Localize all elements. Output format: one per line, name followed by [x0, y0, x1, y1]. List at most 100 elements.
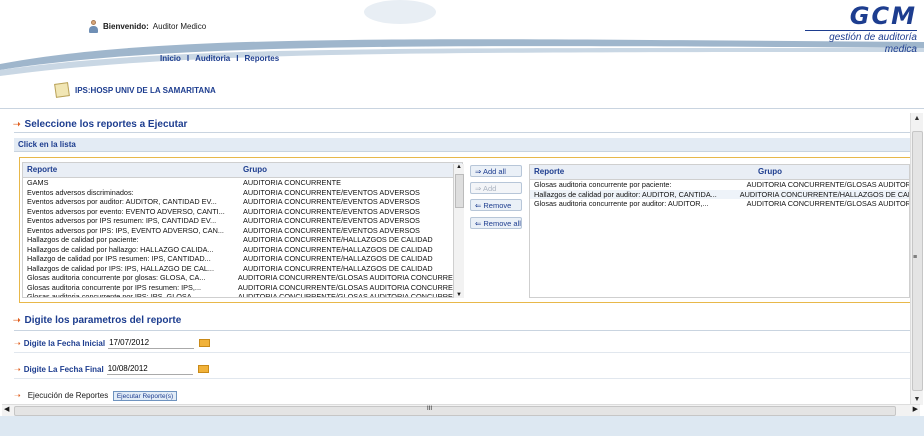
header-swoosh-graphic: [0, 0, 924, 76]
cell-grupo: AUDITORIA CONCURRENTE/GLOSAS AUDITORIA C…: [237, 282, 462, 292]
selected-reports-list[interactable]: Reporte Grupo Glosas auditoria concurren…: [529, 164, 910, 298]
logo-brand: GCM: [849, 2, 917, 30]
list-item[interactable]: Glosas auditoria concurrente por glosas:…: [23, 273, 462, 283]
available-rows: GAMS AUDITORIA CONCURRENTE Eventos adverso…: [23, 178, 462, 298]
list-item[interactable]: Hallazgo de calidad por IPS resumen: IPS…: [23, 254, 462, 264]
calendar-icon[interactable]: [199, 339, 211, 347]
list-item[interactable]: GAMS AUDITORIA CONCURRENTE: [23, 178, 462, 188]
end-date-label: Digite La Fecha Final: [23, 364, 104, 374]
list-item[interactable]: Hallazgos de calidad por IPS: IPS, HALLA…: [23, 264, 462, 274]
available-list-scrollbar[interactable]: ▲ ▼: [453, 164, 464, 298]
cell-reporte: Glosas auditoria concurrente por glosas:…: [27, 273, 206, 282]
list-item[interactable]: Glosas auditoria concurrente por IPS res…: [23, 283, 462, 293]
cell-reporte: Glosas auditoria concurrente por IPS res…: [27, 282, 201, 292]
page-horizontal-scrollbar[interactable]: ◀ III ▶: [2, 404, 920, 416]
logo-tagline: gestión de auditoría medica: [805, 30, 917, 56]
available-reports-list[interactable]: Reporte Grupo GAMS AUDITORIA CONCURRENTE E…: [22, 162, 463, 298]
scroll-thumb[interactable]: [455, 174, 464, 208]
end-date-row: ➝ Digite La Fecha Final: [14, 363, 209, 375]
list-item[interactable]: Hallazgos de calidad por auditor: AUDITO…: [530, 189, 909, 199]
page-vertical-scrollbar[interactable]: ▲ ≡ ▼: [910, 113, 923, 405]
ips-info: IPS:HOSP UNIV DE LA SAMARITANA: [54, 82, 216, 98]
execute-label: Ejecución de Reportes: [27, 391, 109, 400]
list-item[interactable]: Glosas auditoria concurrente por auditor…: [530, 199, 909, 209]
cell-reporte: Eventos adversos por evento: EVENTO ADVE…: [27, 206, 225, 216]
page-footer: [0, 416, 924, 436]
cell-grupo: AUDITORIA CONCURRENTE/EVENTOS ADVERSOS: [243, 206, 420, 216]
section-divider: [14, 132, 910, 133]
list-item[interactable]: Eventos adversos por auditor: AUDITOR, C…: [23, 197, 462, 207]
arrow-icon: ➝: [13, 315, 21, 325]
nav-separator: I: [236, 54, 239, 63]
selected-rows: Glosas auditoria concurrente por pacient…: [530, 180, 909, 209]
cell-reporte: Eventos adversos por IPS: IPS, EVENTO AD…: [27, 225, 224, 235]
list-item[interactable]: Glosas auditoria concurrente por pacient…: [530, 180, 909, 190]
col-header-grupo[interactable]: Grupo: [756, 165, 782, 179]
list-item[interactable]: Eventos adversos por IPS: IPS, EVENTO AD…: [23, 226, 462, 236]
cell-reporte: Eventos adversos por auditor: AUDITOR, C…: [27, 197, 217, 206]
add-button[interactable]: ⇒ Add: [470, 182, 522, 194]
col-header-reporte[interactable]: Reporte: [530, 165, 756, 179]
scroll-up-icon[interactable]: ▲: [454, 164, 464, 170]
execute-row: ➝ Ejecución de Reportes: [14, 391, 108, 400]
field-divider: [14, 352, 910, 353]
list-item[interactable]: Eventos adversos discriminados: AUDITORIA…: [23, 188, 462, 198]
end-date-input[interactable]: [106, 363, 193, 375]
section-params-title: ➝ Digite los parametros del reporte: [13, 315, 181, 326]
cell-reporte: Hallazgo de calidad por IPS resumen: IPS…: [27, 254, 211, 263]
list-item[interactable]: Hallazgos de calidad por paciente: AUDITO…: [23, 235, 462, 245]
cell-reporte: Hallazgos de calidad por hallazgo: HALLA…: [27, 244, 214, 254]
list-item[interactable]: Hallazgos de calidad por hallazgo: HALLA…: [23, 245, 462, 255]
section-title-text: Seleccione los reportes a Ejecutar: [24, 119, 188, 130]
start-date-input[interactable]: [108, 337, 195, 349]
click-list-bar: Click en la lista: [14, 138, 910, 152]
nav-auditoria[interactable]: Auditoria: [195, 54, 230, 63]
list-item[interactable]: Eventos adversos por IPS resumen: IPS, C…: [23, 216, 462, 226]
list-item[interactable]: Eventos adversos por evento: EVENTO ADVE…: [23, 207, 462, 217]
nav-inicio[interactable]: Inicio: [160, 54, 181, 63]
scroll-down-icon[interactable]: ▼: [454, 292, 464, 298]
col-header-reporte[interactable]: Reporte: [23, 163, 241, 177]
user-name: Auditor Medico: [152, 22, 207, 31]
arrow-icon: ➝: [14, 391, 21, 400]
cell-grupo: AUDITORIA CONCURRENTE/EVENTOS ADVERSOS: [243, 225, 420, 235]
arrow-icon: ➝: [14, 364, 21, 374]
cell-reporte: Glosas auditoria concurrente por pacient…: [534, 180, 672, 189]
cell-reporte: Hallazgos de calidad por paciente:: [27, 235, 139, 244]
scroll-right-icon[interactable]: ▶: [913, 405, 918, 413]
cell-grupo: AUDITORIA CONCURRENTE/GLOSAS AUDITORIA C…: [237, 273, 462, 282]
section-divider: [14, 330, 910, 331]
remove-all-button[interactable]: ⇐ Remove all: [470, 217, 522, 229]
scroll-up-icon[interactable]: ▲: [911, 115, 923, 122]
scroll-down-icon[interactable]: ▼: [911, 396, 923, 403]
cell-reporte: Eventos adversos por IPS resumen: IPS, C…: [27, 216, 217, 225]
arrow-icon: ➝: [13, 119, 21, 129]
nav-reportes[interactable]: Reportes: [244, 54, 279, 63]
section-select-reports-title: ➝ Seleccione los reportes a Ejecutar: [13, 119, 187, 130]
nav-separator: I: [186, 54, 190, 63]
thumb-grip: ≡: [913, 254, 918, 261]
cell-reporte: Hallazgos de calidad por auditor: AUDITO…: [534, 189, 717, 199]
remove-button[interactable]: ⇐ Remove: [470, 199, 522, 211]
arrow-icon: ➝: [14, 338, 21, 348]
gcm-logo: GCM gestión de auditoría medica: [805, 2, 917, 55]
note-icon: [54, 82, 70, 98]
field-divider: [14, 378, 910, 379]
scroll-thumb[interactable]: III: [14, 406, 896, 416]
calendar-icon[interactable]: [197, 365, 209, 373]
section-title-text: Digite los parametros del reporte: [24, 315, 182, 326]
cell-reporte: Glosas auditoria concurrente por IPS: IP…: [27, 292, 198, 298]
col-header-grupo[interactable]: Grupo: [241, 163, 267, 177]
cell-grupo: AUDITORIA CONCURRENTE: [243, 178, 341, 187]
list-header: Reporte Grupo: [23, 163, 462, 178]
list-item[interactable]: Glosas auditoria concurrente por IPS: IP…: [23, 292, 462, 298]
scroll-left-icon[interactable]: ◀: [4, 405, 9, 413]
execute-reports-button[interactable]: Ejecutar Reporte(s): [113, 391, 177, 401]
scroll-thumb[interactable]: ≡: [912, 131, 923, 391]
thumb-grip: III: [427, 406, 433, 412]
welcome-label: Bienvenido:: [103, 22, 149, 31]
cell-reporte: Hallazgos de calidad por IPS: IPS, HALLA…: [27, 263, 214, 273]
cell-grupo: AUDITORIA CONCURRENTE/EVENTOS ADVERSOS: [243, 187, 420, 197]
start-date-label: Digite la Fecha Inicial: [23, 338, 106, 348]
add-all-button[interactable]: ⇒ Add all: [470, 165, 522, 177]
